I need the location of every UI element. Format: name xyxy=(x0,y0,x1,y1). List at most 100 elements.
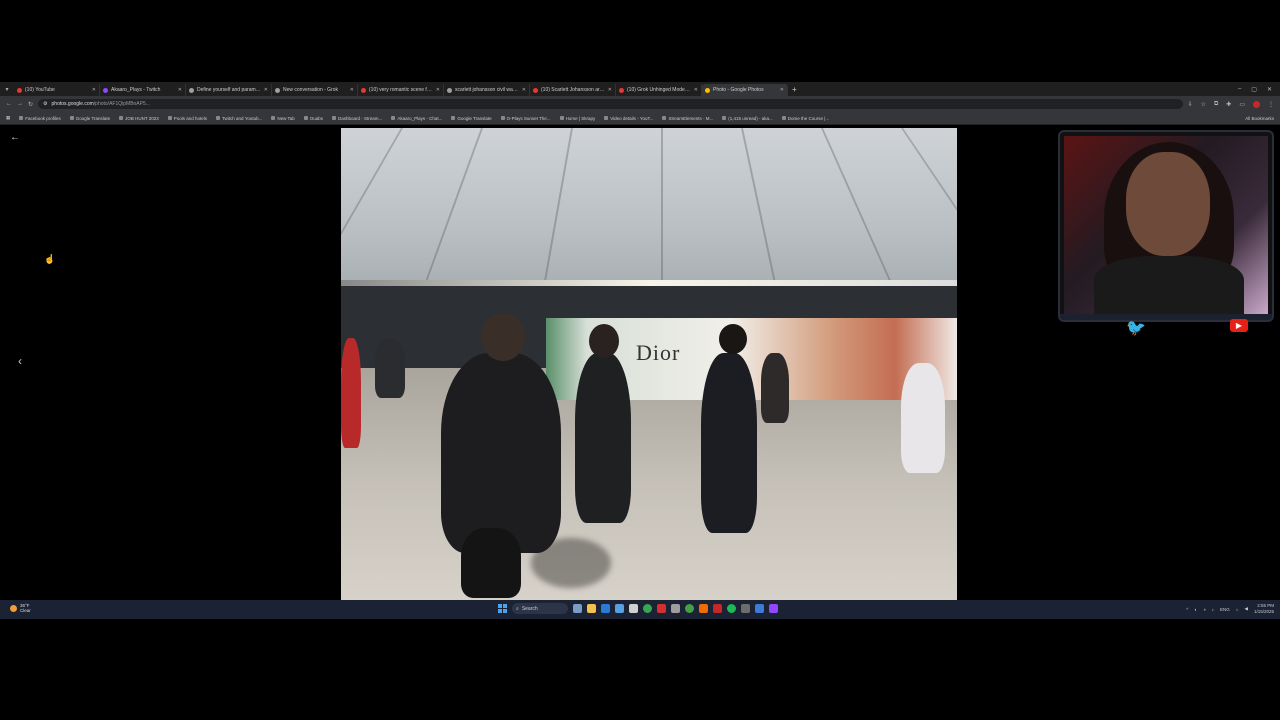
photo-person xyxy=(901,363,945,473)
edge-icon[interactable] xyxy=(601,604,610,613)
previous-photo-icon[interactable]: ‹ xyxy=(18,354,22,368)
back-icon[interactable]: ← xyxy=(6,101,12,107)
tab-title: Define yourself and parameter... xyxy=(197,87,261,93)
system-tray: ^ ◐ ◑ ♪ ENG ⌂ ◀ 2:55 PM 1/15/2025 xyxy=(1186,603,1274,615)
bookmark-item[interactable]: Google Translate xyxy=(451,116,492,121)
tab-8[interactable]: Photo - Google Photos ✕ xyxy=(702,84,788,96)
bookmark-item[interactable]: Pools and hotels xyxy=(167,116,207,121)
tab-favicon-icon xyxy=(361,87,366,93)
apps-icon[interactable]: ▦ xyxy=(6,115,10,121)
twitch-icon[interactable] xyxy=(769,604,778,613)
start-button[interactable] xyxy=(498,604,507,613)
bookmark-item[interactable]: O-Plays Sunset The... xyxy=(500,116,551,121)
bookmark-item[interactable]: Ouabs xyxy=(303,116,323,121)
volume-icon[interactable]: ◀ xyxy=(1245,606,1248,612)
bookmark-favicon-icon xyxy=(500,116,505,120)
tab-search-icon[interactable]: ▾ xyxy=(0,82,14,96)
bookmark-label: (1,415 unread) - aka... xyxy=(728,115,773,121)
webcam-face xyxy=(1126,152,1210,256)
clock[interactable]: 2:55 PM 1/15/2025 xyxy=(1254,603,1274,615)
puzzle-icon[interactable]: ✚ xyxy=(1226,101,1231,108)
bookmark-item[interactable]: Facebook profiles xyxy=(19,116,61,121)
star-icon[interactable]: ☆ xyxy=(1201,101,1206,108)
tab-close-icon[interactable]: ✕ xyxy=(350,87,354,93)
site-info-icon[interactable]: ⚙ xyxy=(43,101,47,107)
bookmark-label: JOB HUNT 2023 xyxy=(125,115,159,121)
tab-close-icon[interactable]: ✕ xyxy=(436,87,440,93)
app-icon[interactable] xyxy=(755,604,764,613)
mouse-cursor-icon: ☝ xyxy=(44,254,56,264)
app-icon[interactable] xyxy=(713,604,722,613)
tab-4[interactable]: (10) very romantic scene from... ✕ xyxy=(358,84,444,96)
windows-taskbar: 36°F Clear ⌕ Search ^ ◐ ◑ ♪ ENG ⌂ ◀ 2:55… xyxy=(0,600,1280,619)
tab-1[interactable]: Akaaro_Plays - Twitch ✕ xyxy=(100,84,186,96)
widgets-icon[interactable] xyxy=(573,604,582,613)
bookmark-item[interactable]: Video details - YouT... xyxy=(604,116,653,121)
install-icon[interactable]: ⇩ xyxy=(1188,101,1193,108)
bookmark-item[interactable]: Dome the Course |... xyxy=(781,116,829,121)
tab-close-icon[interactable]: ✕ xyxy=(264,87,268,93)
bookmark-item[interactable]: New Tab xyxy=(271,116,295,121)
tab-close-icon[interactable]: ✕ xyxy=(694,87,698,93)
extensions-area: ⇩ ☆ ⧉ ✚ ▭ ⋮ xyxy=(1188,100,1274,108)
webcam-feed xyxy=(1064,136,1268,316)
language-indicator[interactable]: ENG xyxy=(1220,607,1230,612)
chrome-icon[interactable] xyxy=(643,604,652,613)
minimize-icon[interactable]: – xyxy=(1238,86,1241,93)
tab-close-icon[interactable]: ✕ xyxy=(780,87,784,93)
all-bookmarks[interactable]: All Bookmarks xyxy=(1245,116,1274,121)
tab-7[interactable]: (10) Grok Unhinged Mode in G...✕ xyxy=(616,84,702,96)
sun-icon xyxy=(10,604,17,612)
maximize-icon[interactable]: ▢ xyxy=(1251,86,1257,93)
bookmark-item[interactable]: Akaaro_Plays - Chat... xyxy=(391,116,442,121)
close-window-icon[interactable]: ✕ xyxy=(1267,86,1272,93)
tray-app-icon[interactable]: ◑ xyxy=(1203,607,1206,612)
weather-widget[interactable]: 36°F Clear xyxy=(10,603,31,613)
app-icon[interactable] xyxy=(685,604,694,613)
bookmark-label: Video details - YouT... xyxy=(610,115,654,121)
sidepanel-icon[interactable]: ▭ xyxy=(1239,101,1245,108)
menu-icon[interactable]: ⋮ xyxy=(1268,101,1274,108)
tab-close-icon[interactable]: ✕ xyxy=(92,87,96,93)
address-bar[interactable]: ⚙ photos.google.com/photo/AF1QipMBoAP5..… xyxy=(38,99,1183,109)
bookmark-item[interactable]: Twitch and Youtub... xyxy=(216,116,262,121)
photo-person xyxy=(575,353,631,523)
tray-chevron-icon[interactable]: ^ xyxy=(1186,607,1188,612)
app-icon[interactable] xyxy=(671,604,680,613)
tab-2[interactable]: Define yourself and parameter...✕ xyxy=(186,84,272,96)
taskbar-search[interactable]: ⌕ Search xyxy=(512,603,568,614)
app-icon[interactable] xyxy=(699,604,708,613)
bookmark-item[interactable]: JOB HUNT 2023 xyxy=(119,116,159,121)
spotify-icon[interactable] xyxy=(727,604,736,613)
network-icon[interactable]: ⌂ xyxy=(1236,607,1239,612)
tab-6[interactable]: (10) Scarlett Johansson arrive... ✕ xyxy=(530,84,616,96)
notepad-icon[interactable] xyxy=(629,604,638,613)
tab-0[interactable]: (10) YouTube ✕ xyxy=(14,84,100,96)
reload-icon[interactable]: ↻ xyxy=(28,101,33,108)
bookmark-item[interactable]: Google Translate xyxy=(69,116,110,121)
tab-5[interactable]: scarlett johansson civil war pr... ✕ xyxy=(444,84,530,96)
bookmark-item[interactable]: (1,415 unread) - aka... xyxy=(722,116,773,121)
bookmark-label: Dashboard - Stream... xyxy=(338,115,383,121)
forward-icon[interactable]: → xyxy=(17,101,23,107)
microphone-icon[interactable]: ♪ xyxy=(1212,607,1214,612)
app-icon[interactable] xyxy=(657,604,666,613)
store-icon[interactable] xyxy=(615,604,624,613)
tab-3[interactable]: New conversation - Grok ✕ xyxy=(272,84,358,96)
new-tab-button[interactable]: + xyxy=(788,85,801,94)
tray-app-icon[interactable]: ◐ xyxy=(1194,607,1197,612)
profile-avatar[interactable] xyxy=(1253,100,1260,108)
extension-icon[interactable]: ⧉ xyxy=(1214,101,1218,108)
bookmark-favicon-icon xyxy=(69,116,74,120)
bookmark-item[interactable]: Home | Skrapy xyxy=(559,116,595,121)
app-icon[interactable] xyxy=(741,604,750,613)
tab-close-icon[interactable]: ✕ xyxy=(522,87,526,93)
file-explorer-icon[interactable] xyxy=(587,604,596,613)
bookmark-item[interactable]: Dashboard - Stream... xyxy=(332,116,382,121)
bookmark-item[interactable]: StreamElements - M... xyxy=(662,116,713,121)
tab-close-icon[interactable]: ✕ xyxy=(608,87,612,93)
back-arrow-icon[interactable]: ← xyxy=(10,132,20,143)
tab-favicon-icon xyxy=(705,87,710,93)
tab-close-icon[interactable]: ✕ xyxy=(178,87,182,93)
photo-image[interactable]: Dior xyxy=(341,128,957,600)
